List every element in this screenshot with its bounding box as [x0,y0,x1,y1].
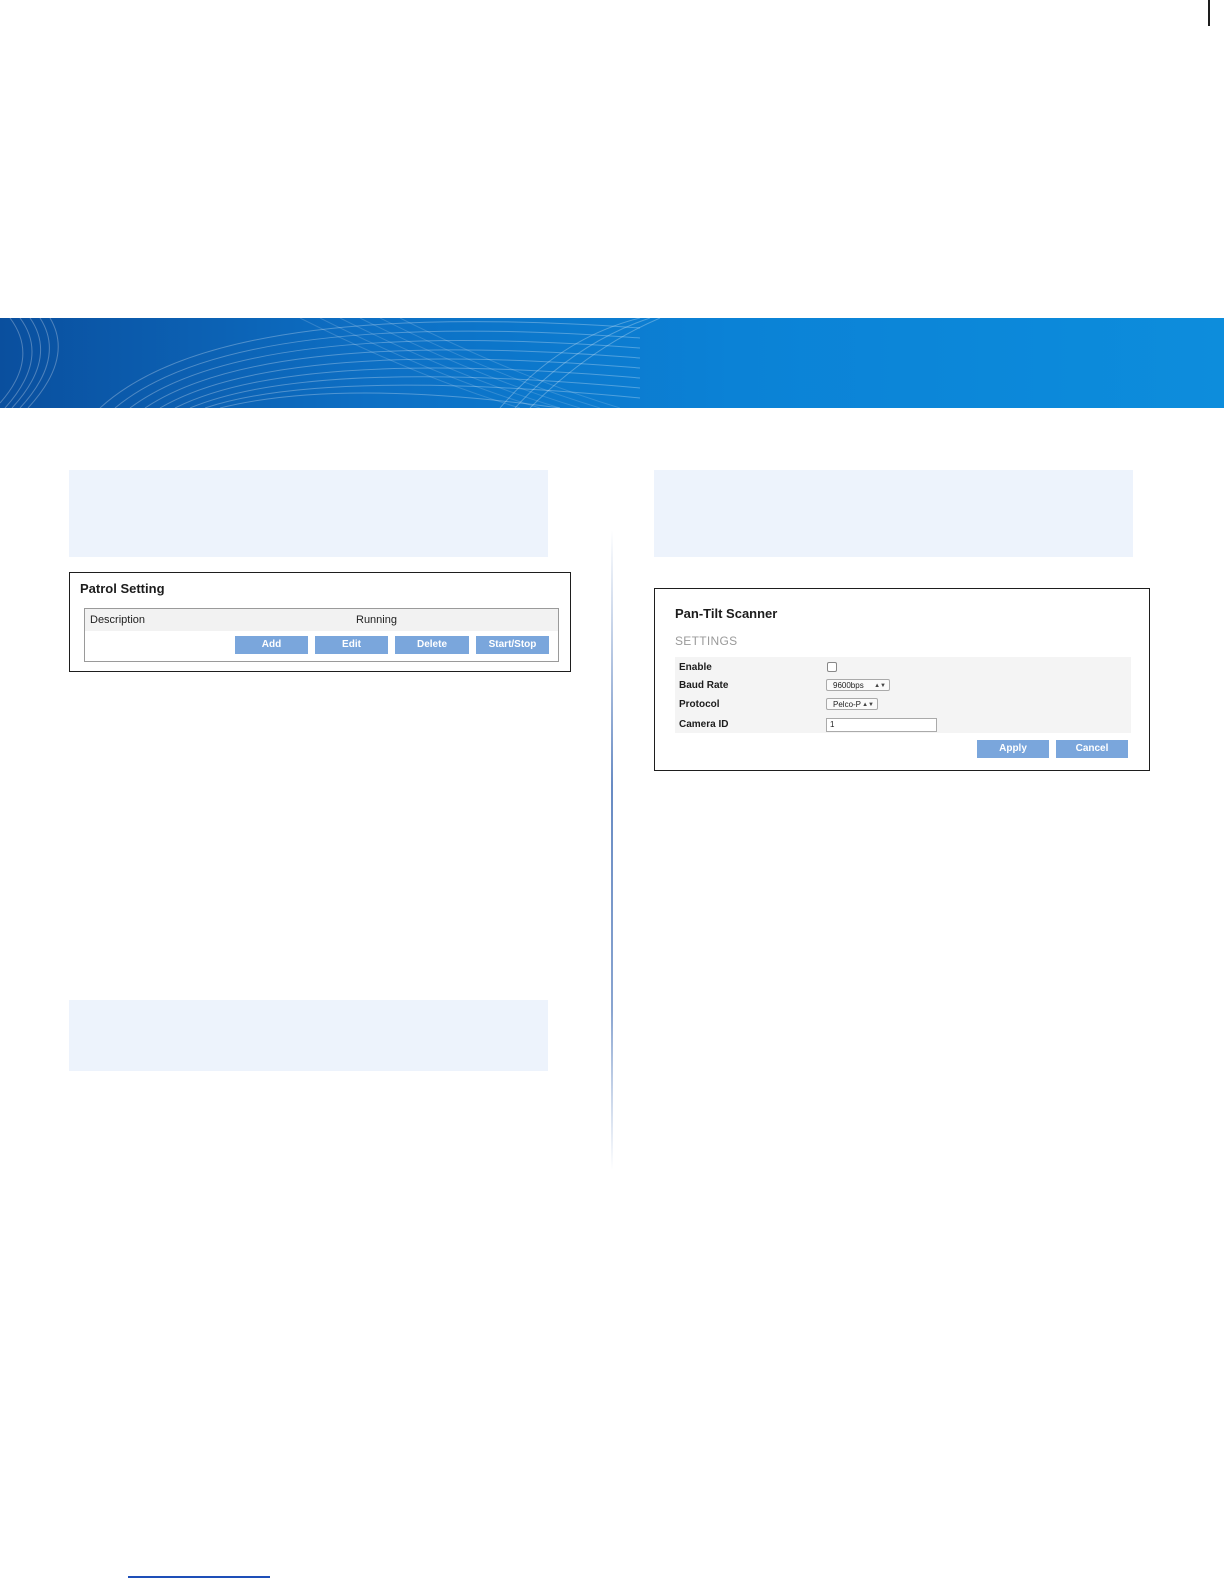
header-banner [0,318,1224,408]
patrol-setting-title: Patrol Setting [80,581,165,596]
camera-id-label: Camera ID [679,719,729,730]
note-box-top-left [69,470,548,557]
add-button[interactable]: Add [235,636,308,654]
note-box-bottom-left [69,1000,548,1071]
pan-tilt-scanner-panel: Pan-Tilt Scanner SETTINGS Enable Baud Ra… [654,588,1150,771]
cancel-button[interactable]: Cancel [1056,740,1128,758]
start-stop-button[interactable]: Start/Stop [476,636,549,654]
baud-rate-label: Baud Rate [679,680,729,691]
settings-form: Enable Baud Rate 9600bps ▲▼ Protocol Pel… [675,657,1131,733]
note-box-top-right [654,470,1133,557]
column-description: Description [90,614,146,626]
patrol-table: Description Running Add Edit Delete Star… [84,608,559,662]
banner-wave-decoration [0,318,661,408]
column-running: Running [356,614,397,626]
column-divider [611,530,613,1170]
protocol-value: Pelco-P [833,700,862,709]
footer-link-underline[interactable] [128,1576,270,1578]
settings-section-label: SETTINGS [675,634,738,648]
protocol-label: Protocol [679,699,720,710]
baud-rate-select[interactable]: 9600bps ▲▼ [826,679,890,691]
patrol-setting-panel: Patrol Setting Description Running Add E… [69,572,571,672]
patrol-table-header: Description Running [85,609,558,631]
enable-checkbox[interactable] [827,662,837,672]
delete-button[interactable]: Delete [395,636,469,654]
edit-button[interactable]: Edit [315,636,388,654]
baud-rate-value: 9600bps [833,681,864,690]
select-arrows-icon: ▲▼ [862,702,874,708]
apply-button[interactable]: Apply [977,740,1049,758]
pan-tilt-title: Pan-Tilt Scanner [675,606,778,621]
enable-label: Enable [679,662,712,673]
select-arrows-icon: ▲▼ [874,683,886,689]
top-rule [1208,0,1210,26]
protocol-select[interactable]: Pelco-P ▲▼ [826,698,878,710]
camera-id-input[interactable]: 1 [826,718,937,732]
